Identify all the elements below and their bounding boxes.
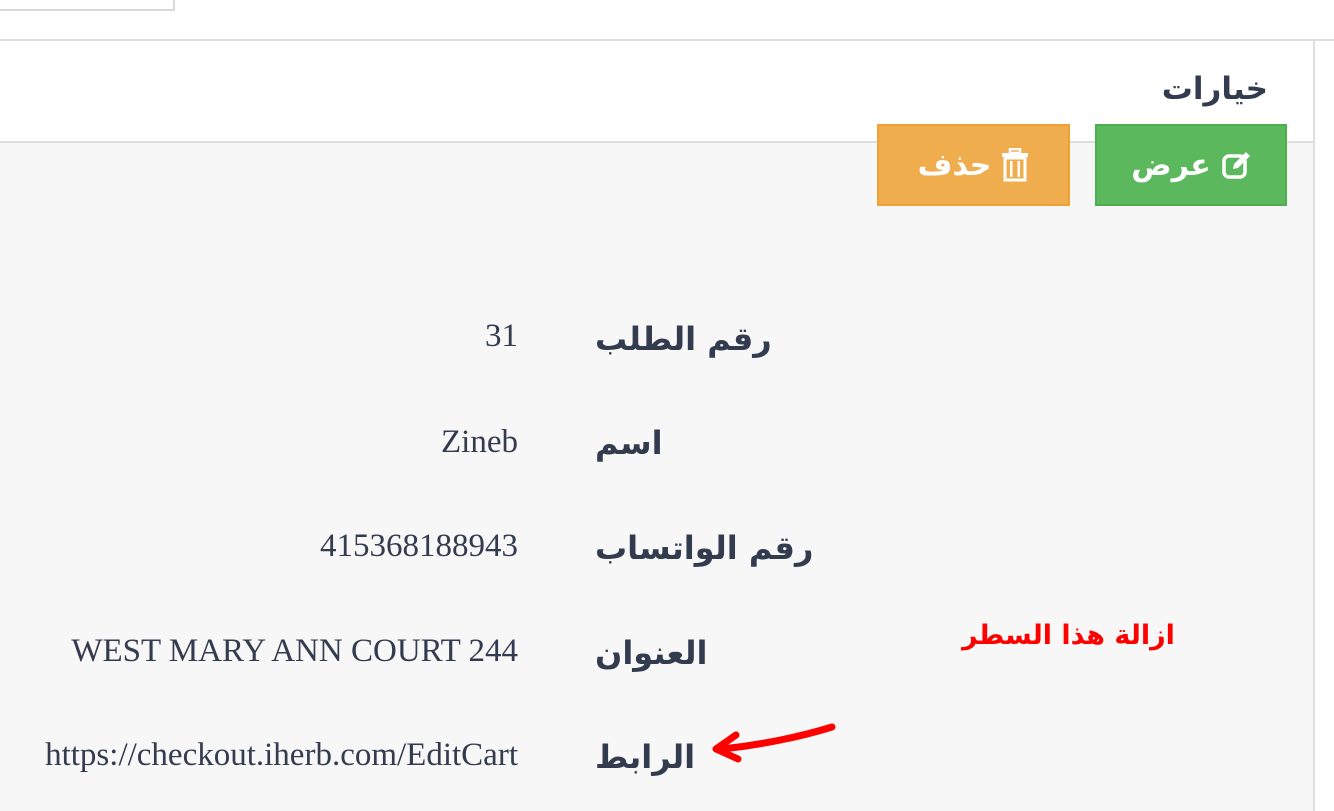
detail-label-name: اسم bbox=[595, 424, 663, 462]
detail-label-address: العنوان bbox=[595, 634, 708, 672]
delete-button[interactable]: حذف bbox=[877, 124, 1070, 206]
detail-label-link: الرابط bbox=[595, 738, 696, 776]
top-input-box[interactable] bbox=[0, 0, 175, 11]
view-button-label: عرض bbox=[1131, 147, 1211, 183]
annotation-text: ازالة هذا السطر bbox=[962, 620, 1175, 651]
panel-title: خيارات bbox=[1161, 71, 1268, 107]
edit-icon bbox=[1221, 150, 1251, 180]
detail-label-order-number: رقم الطلب bbox=[595, 320, 772, 358]
detail-value-whatsapp: 415368188943 bbox=[320, 528, 518, 564]
view-button[interactable]: عرض bbox=[1095, 124, 1287, 206]
detail-value-name: Zineb bbox=[441, 424, 518, 460]
annotation-arrow-icon bbox=[712, 723, 836, 763]
trash-icon bbox=[1001, 148, 1029, 182]
detail-value-link: https://checkout.iherb.com/EditCart bbox=[45, 737, 518, 773]
detail-value-address: WEST MARY ANN COURT 244 bbox=[71, 633, 518, 669]
detail-label-whatsapp: رقم الواتساب bbox=[595, 529, 814, 567]
detail-value-order-number: 31 bbox=[485, 318, 518, 354]
delete-button-label: حذف bbox=[917, 147, 992, 183]
panel-body bbox=[0, 143, 1313, 811]
page: خيارات عرض حذف رقم الطلب 31 اسم Zineb رق… bbox=[0, 0, 1334, 811]
